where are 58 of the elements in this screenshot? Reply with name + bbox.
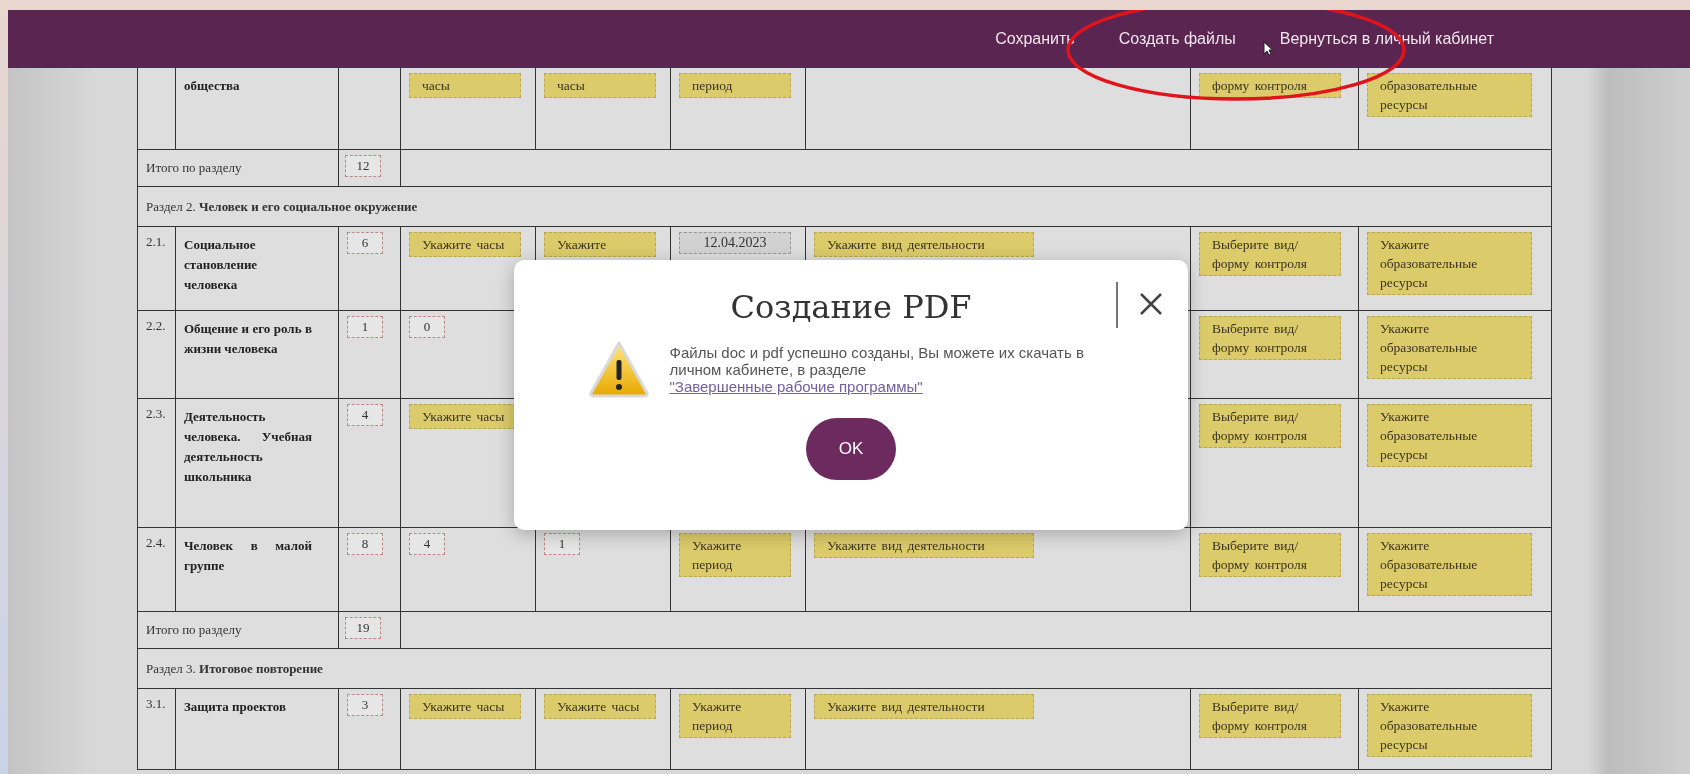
input-field[interactable]: Укажите образовательные ресурсы — [1367, 533, 1532, 596]
input-field[interactable]: Укажите период — [679, 533, 791, 577]
input-field[interactable]: период — [679, 73, 791, 98]
total-label: Итого по разделу — [146, 160, 242, 176]
input-field[interactable]: Выберите вид/ форму контроля — [1199, 533, 1341, 577]
input-field[interactable]: часы — [544, 73, 656, 98]
nav-link[interactable]: Создать файлы — [1118, 30, 1236, 48]
topic-name: Деятельность человека. Учебная деятельность школьника — [184, 408, 312, 486]
row-number: 2.1. — [146, 234, 166, 249]
input-field[interactable]: Укажите вид деятельности — [814, 232, 1034, 257]
input-field[interactable]: Укажите образовательные ресурсы — [1367, 404, 1532, 467]
close-button[interactable] — [1116, 282, 1164, 328]
input-field[interactable]: Выберите вид/ форму контроля — [1199, 232, 1341, 276]
input-field[interactable]: часы — [409, 73, 521, 98]
input-field[interactable]: Выберите вид/ форму контроля — [1199, 404, 1341, 448]
input-field[interactable]: Укажите — [544, 232, 656, 257]
number-field[interactable]: 3 — [347, 694, 383, 716]
date-field[interactable]: 12.04.2023 — [679, 232, 791, 254]
number-field[interactable]: 0 — [409, 316, 445, 338]
input-field[interactable]: Укажите период — [679, 694, 791, 738]
input-field[interactable]: Укажите вид деятельности — [814, 694, 1034, 719]
topic-name: Человек в малой группе — [184, 537, 312, 575]
number-field[interactable]: 1 — [544, 533, 580, 555]
input-field[interactable]: Укажите часы — [544, 694, 656, 719]
input-field[interactable]: Укажите образовательные ресурсы — [1367, 694, 1532, 757]
number-field[interactable]: 4 — [347, 404, 383, 426]
topic-name: Общение и его роль в жизни человека — [184, 320, 312, 358]
row-number: 2.4. — [146, 535, 166, 550]
topic-name: Социальное становление человека — [184, 236, 259, 294]
section-title: Раздел 3. Итоговое повторение — [146, 660, 323, 677]
cursor-icon — [1263, 41, 1273, 56]
input-field[interactable]: Укажите образовательные ресурсы — [1367, 232, 1532, 295]
completed-programs-link[interactable]: "Завершенные рабочие программы" — [669, 377, 923, 395]
row-number: 2.3. — [146, 406, 166, 421]
ok-button[interactable]: OK — [806, 418, 896, 480]
topic-name: общества — [184, 77, 241, 95]
total-label: Итого по разделу — [146, 622, 242, 638]
input-field[interactable]: образовательные ресурсы — [1367, 73, 1532, 117]
close-icon — [1138, 290, 1164, 317]
row-number: 2.2. — [146, 318, 166, 333]
total-field[interactable]: 12 — [345, 155, 381, 177]
input-field[interactable]: Укажите образовательные ресурсы — [1367, 316, 1532, 379]
dialog-message: Файлы doc и pdf успешно созданы, Вы можете их скачать в личном кабинете, в разделе "Завершенные рабочие программы" — [669, 343, 1085, 395]
input-field[interactable]: Укажите вид деятельности — [814, 533, 1034, 558]
number-field[interactable]: 8 — [347, 533, 383, 555]
number-field[interactable]: 1 — [347, 316, 383, 338]
topic-name: Защита проектов — [184, 698, 287, 716]
warning-icon — [587, 340, 650, 398]
number-field[interactable]: 4 — [409, 533, 445, 555]
number-field[interactable]: 6 — [347, 232, 383, 254]
input-field[interactable]: Выберите вид/ форму контроля — [1199, 694, 1341, 738]
input-field[interactable]: Выберите вид/ форму контроля — [1199, 316, 1341, 360]
section-title: Раздел 2. Человек и его социальное окружение — [146, 198, 418, 215]
total-field[interactable]: 19 — [345, 617, 381, 639]
dialog-title: Создание PDF — [730, 288, 972, 326]
row-number: 3.1. — [146, 696, 166, 711]
input-field[interactable]: Укажите часы — [409, 694, 521, 719]
input-field[interactable]: Укажите часы — [409, 232, 521, 257]
